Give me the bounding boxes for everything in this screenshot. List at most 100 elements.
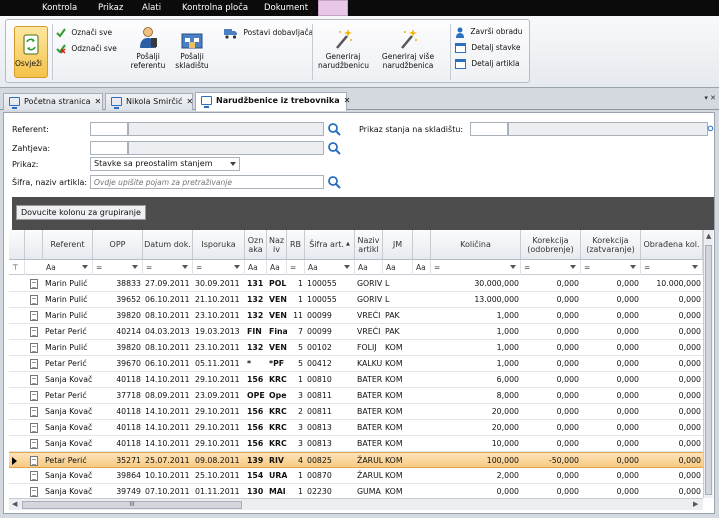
menu-kontrola[interactable]: Kontrola bbox=[42, 0, 77, 16]
generate-order-button[interactable]: Generiraj narudžbenicu bbox=[318, 26, 369, 70]
table-row[interactable]: Marin Pulić 39820 08.10.2011 23.10.2011 132 V… bbox=[9, 308, 703, 324]
column-header[interactable]: Isporuka bbox=[193, 230, 245, 260]
column-header[interactable]: Šifra art. ▲ bbox=[305, 230, 355, 260]
scroll-thumb[interactable] bbox=[705, 245, 712, 495]
menu-alati[interactable]: Alati bbox=[142, 0, 161, 16]
table-row[interactable]: Petar Perić 40214 04.03.2013 19.03.2013 FIN F… bbox=[9, 324, 703, 340]
zahtjeva-code-input[interactable] bbox=[90, 141, 128, 155]
column-header[interactable]: Naz iv bbox=[267, 230, 287, 260]
search-icon[interactable] bbox=[327, 141, 341, 155]
menu-prikaz[interactable]: Prikaz bbox=[98, 0, 123, 16]
item-detail-button[interactable]: Detalj stavke bbox=[455, 41, 520, 55]
column-header[interactable]: Referent bbox=[43, 230, 93, 260]
refresh-button[interactable]: Osvježi bbox=[14, 26, 48, 78]
table-row[interactable]: Petar Perić 39670 06.10.2011 05.11.2011 * *PF… bbox=[9, 356, 703, 372]
table-row[interactable]: Sanja Kovač 40118 14.10.2011 29.10.2011 156 K… bbox=[9, 372, 703, 388]
filter-operator[interactable]: = bbox=[93, 260, 143, 275]
document-icon[interactable] bbox=[30, 407, 38, 417]
column-header[interactable]: Datum dok. bbox=[143, 230, 193, 260]
prikaz-select[interactable]: Stavke sa preostalim stanjem bbox=[90, 157, 240, 171]
close-icon[interactable]: ✕ bbox=[95, 97, 102, 106]
table-row[interactable]: Sanja Kovač 40118 14.10.2011 29.10.2011 156 K… bbox=[9, 404, 703, 420]
column-header[interactable]: JM bbox=[383, 230, 413, 260]
document-icon[interactable] bbox=[30, 439, 38, 449]
filter-operator[interactable]: Aa bbox=[267, 260, 287, 275]
scroll-right-icon[interactable]: ▶ bbox=[693, 500, 698, 508]
column-header[interactable]: Ozn aka bbox=[245, 230, 267, 260]
table-row[interactable]: Marin Pulić 39652 06.10.2011 21.10.2011 132 V… bbox=[9, 292, 703, 308]
finish-button[interactable]: Završi obradu bbox=[455, 25, 523, 39]
document-icon[interactable] bbox=[30, 487, 38, 497]
document-icon[interactable] bbox=[30, 391, 38, 401]
tab-narudzbenice[interactable]: Narudžbenice iz trebovnika ✕ bbox=[195, 92, 350, 111]
filter-operator[interactable]: = bbox=[193, 260, 245, 275]
scroll-thumb[interactable]: III bbox=[22, 501, 242, 509]
table-row[interactable]: Sanja Kovač 39864 10.10.2011 25.10.2011 154 U… bbox=[9, 468, 703, 484]
document-icon[interactable] bbox=[30, 423, 38, 433]
table-row[interactable]: Sanja Kovač 40118 14.10.2011 29.10.2011 156 K… bbox=[9, 436, 703, 452]
vertical-scrollbar[interactable]: ▲ bbox=[703, 230, 713, 498]
table-row[interactable]: Petar Perić 37718 08.09.2011 23.09.2011 OPE O… bbox=[9, 388, 703, 404]
search-icon[interactable] bbox=[327, 175, 341, 189]
column-header[interactable] bbox=[413, 230, 431, 260]
filter-operator[interactable]: = bbox=[641, 260, 703, 275]
group-panel[interactable]: Dovucite kolonu za grupiranje bbox=[12, 197, 714, 230]
document-icon[interactable] bbox=[30, 456, 38, 466]
menu-kontrolna-ploca[interactable]: Kontrolna ploča bbox=[182, 0, 248, 16]
table-row[interactable]: Marin Pulić 38833 27.09.2011 30.09.2011 131 P… bbox=[9, 276, 703, 292]
filter-operator[interactable]: = bbox=[143, 260, 193, 275]
document-icon[interactable] bbox=[30, 359, 38, 369]
filter-operator[interactable]: = bbox=[287, 260, 305, 275]
filter-operator[interactable]: Aa bbox=[383, 260, 413, 275]
scroll-left-icon[interactable]: ◀ bbox=[12, 500, 17, 508]
document-icon[interactable] bbox=[30, 343, 38, 353]
column-header[interactable]: RB bbox=[287, 230, 305, 260]
scroll-up-icon[interactable]: ▲ bbox=[706, 232, 711, 240]
table-row[interactable]: Petar Perić 35271 25.07.2011 09.08.2011 139 R… bbox=[9, 452, 703, 468]
send-warehouse-button[interactable]: Pošalji skladištu bbox=[172, 26, 212, 70]
tab-overflow-icon[interactable]: ▾ ✕ bbox=[704, 94, 716, 102]
search-icon[interactable] bbox=[327, 122, 341, 136]
filter-operator[interactable]: Aa bbox=[43, 260, 93, 275]
unmark-all-button[interactable]: Odznači sve bbox=[56, 42, 117, 56]
document-icon[interactable] bbox=[30, 471, 38, 481]
table-row[interactable]: Sanja Kovač 40118 14.10.2011 29.10.2011 156 K… bbox=[9, 420, 703, 436]
document-icon[interactable] bbox=[30, 311, 38, 321]
close-icon[interactable]: ✕ bbox=[186, 97, 193, 106]
filter-icon[interactable]: ⊤ bbox=[9, 260, 25, 275]
referent-name-input[interactable] bbox=[128, 122, 324, 136]
filter-operator[interactable]: Aa bbox=[355, 260, 383, 275]
send-referent-button[interactable]: Pošalji referentu bbox=[128, 26, 168, 70]
tab-pocetna[interactable]: Početna stranica ✕ bbox=[3, 93, 103, 110]
set-supplier-button[interactable]: Postavi dobavljača bbox=[224, 26, 313, 40]
generate-orders-button[interactable]: Generiraj više narudžbenica bbox=[378, 26, 438, 70]
referent-code-input[interactable] bbox=[90, 122, 128, 136]
filter-operator[interactable]: Aa bbox=[245, 260, 267, 275]
column-header[interactable]: OPP bbox=[93, 230, 143, 260]
document-icon[interactable] bbox=[30, 327, 38, 337]
column-header[interactable]: Obrađena kol. bbox=[641, 230, 703, 260]
filter-operator[interactable]: Aa bbox=[413, 260, 431, 275]
horizontal-scrollbar[interactable]: ◀ III ▶ bbox=[9, 498, 703, 510]
stock-name-input[interactable] bbox=[508, 122, 708, 136]
document-icon[interactable] bbox=[30, 375, 38, 385]
table-row[interactable]: Sanja Kovač 39749 07.10.2011 01.11.2011 130 M… bbox=[9, 484, 703, 498]
menu-dokument[interactable]: Dokument bbox=[264, 0, 308, 16]
mark-all-button[interactable]: Označi sve bbox=[56, 26, 112, 40]
menu-active-tab[interactable] bbox=[318, 0, 348, 16]
close-icon[interactable]: ✕ bbox=[344, 96, 351, 105]
column-header[interactable]: Korekcija (zatvaranje) bbox=[581, 230, 641, 260]
stock-code-input[interactable] bbox=[470, 122, 508, 136]
column-header[interactable]: Naziv artikl bbox=[355, 230, 383, 260]
filter-operator[interactable]: = bbox=[581, 260, 641, 275]
filter-operator[interactable]: Aa bbox=[305, 260, 355, 275]
tab-nikola[interactable]: Nikola Smirčić ✕ bbox=[105, 93, 193, 110]
zahtjeva-name-input[interactable] bbox=[128, 141, 324, 155]
document-icon[interactable] bbox=[30, 279, 38, 289]
column-header[interactable]: Korekcija (odobrenje) bbox=[521, 230, 581, 260]
sifra-search-input[interactable] bbox=[90, 175, 324, 189]
column-header[interactable]: Količina bbox=[431, 230, 521, 260]
table-row[interactable]: Marin Pulić 39820 08.10.2011 23.10.2011 132 V… bbox=[9, 340, 703, 356]
filter-operator[interactable]: = bbox=[431, 260, 521, 275]
document-icon[interactable] bbox=[30, 295, 38, 305]
